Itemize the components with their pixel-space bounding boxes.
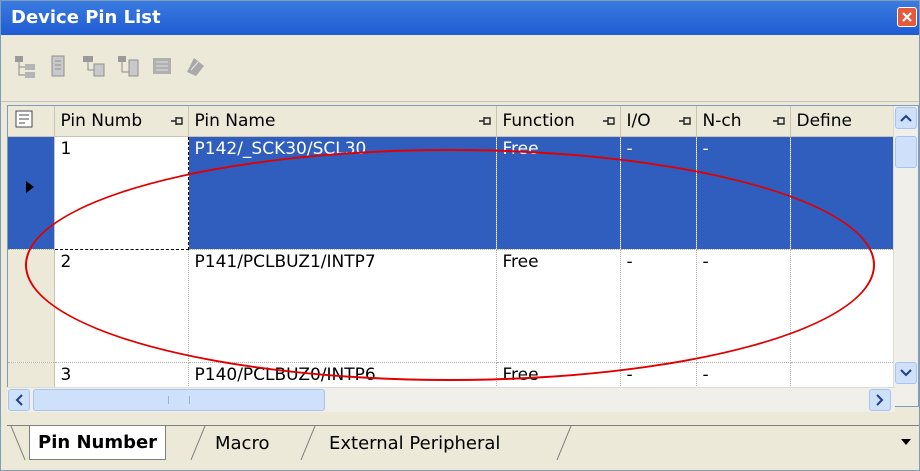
scroll-up-button[interactable] (895, 107, 917, 129)
scroll-left-button[interactable] (8, 389, 30, 411)
horizontal-scroll-thumb[interactable] (33, 389, 325, 411)
tab-separator (190, 426, 206, 460)
io-cell[interactable]: - (620, 136, 697, 250)
pin-name-cell[interactable]: P142/_SCK30/SCL30 (188, 136, 497, 250)
table-row[interactable]: 2 P141/PCLBUZ1/INTP7 Free - - (8, 249, 897, 363)
column-pin-number[interactable]: Pin Numb (54, 106, 189, 137)
pin-icon[interactable] (602, 115, 616, 127)
toolbar-tree-icon-2[interactable] (45, 51, 75, 81)
scroll-right-button[interactable] (869, 389, 891, 411)
io-cell[interactable]: - (620, 249, 697, 363)
tab-pin-number[interactable]: Pin Number (29, 426, 167, 460)
column-label: N-ch (702, 111, 742, 131)
row-header[interactable] (8, 136, 55, 250)
current-row-arrow-icon (26, 181, 34, 193)
grid-corner-button[interactable] (8, 106, 55, 137)
tab-external-peripheral[interactable]: External Peripheral (329, 426, 500, 460)
close-button[interactable] (897, 7, 917, 27)
chevron-down-icon (900, 369, 912, 377)
pin-number-cell[interactable]: 1 (53, 136, 189, 250)
vertical-scrollbar[interactable] (893, 106, 918, 406)
column-chooser-icon (15, 110, 33, 127)
define-cell[interactable] (790, 136, 897, 250)
pin-grid: Pin Numb Pin Name Function I/O N-ch Defi… (7, 105, 919, 407)
toolbar (1, 35, 919, 102)
nch-cell[interactable]: - (696, 249, 791, 363)
close-icon (902, 12, 912, 22)
chevron-right-icon (876, 394, 884, 406)
column-label: Define (796, 111, 853, 131)
tab-list-dropdown-icon[interactable] (899, 436, 913, 448)
toolbar-assign-icon[interactable] (147, 51, 177, 81)
tab-macro[interactable]: Macro (215, 426, 269, 460)
pin-icon[interactable] (170, 115, 184, 127)
tab-separator (300, 426, 316, 460)
define-cell[interactable] (790, 249, 897, 363)
toolbar-release-icon[interactable] (181, 51, 211, 81)
row-header[interactable] (8, 249, 55, 363)
pin-name-cell[interactable]: P141/PCLBUZ1/INTP7 (188, 249, 497, 363)
device-pin-list-window: Device Pin List Pin Numb Pin Name Functi… (0, 0, 920, 471)
column-function[interactable]: Function (496, 106, 621, 137)
toolbar-tree-icon-4[interactable] (113, 51, 143, 81)
scroll-down-button[interactable] (895, 362, 917, 384)
toolbar-tree-icon-1[interactable] (11, 51, 41, 81)
pin-icon[interactable] (478, 115, 492, 127)
header-row: Pin Numb Pin Name Function I/O N-ch Defi… (8, 106, 897, 137)
tab-separator (556, 426, 572, 460)
column-nch[interactable]: N-ch (696, 106, 791, 137)
toolbar-tree-icon-3[interactable] (79, 51, 109, 81)
column-pin-name[interactable]: Pin Name (188, 106, 497, 137)
pin-number-cell[interactable]: 2 (54, 249, 189, 363)
pin-icon[interactable] (678, 115, 692, 127)
scroll-grip (168, 396, 190, 404)
horizontal-scrollbar[interactable] (7, 387, 895, 412)
function-cell[interactable]: Free (496, 136, 621, 250)
table-row[interactable]: 1 P142/_SCK30/SCL30 Free - - (8, 136, 897, 250)
tab-bar: Pin Number Macro External Peripheral (7, 425, 919, 470)
chevron-up-icon (900, 114, 912, 122)
column-define[interactable]: Define (790, 106, 897, 137)
pin-icon[interactable] (772, 115, 786, 127)
window-title: Device Pin List (11, 7, 161, 28)
chevron-left-icon (15, 394, 23, 406)
nch-cell[interactable]: - (696, 136, 791, 250)
function-cell[interactable]: Free (496, 249, 621, 363)
vertical-scroll-thumb[interactable] (895, 136, 917, 168)
title-bar[interactable]: Device Pin List (1, 1, 919, 35)
column-io[interactable]: I/O (620, 106, 697, 137)
pin-table: Pin Numb Pin Name Function I/O N-ch Defi… (8, 106, 897, 406)
column-label: Function (502, 111, 575, 131)
column-label: Pin Name (194, 111, 276, 131)
column-label: I/O (626, 111, 651, 131)
tab-separator (10, 426, 26, 460)
column-label: Pin Numb (60, 111, 143, 131)
